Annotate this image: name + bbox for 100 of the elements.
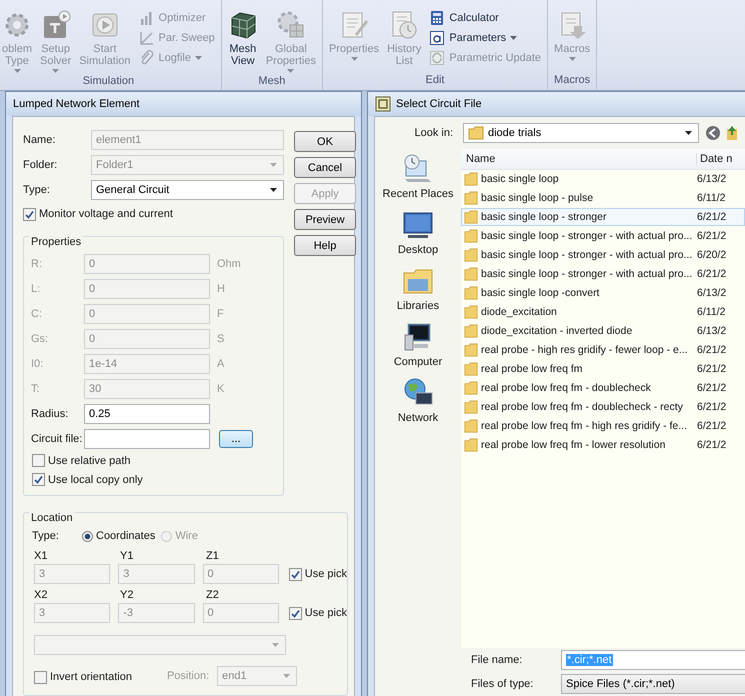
dropdown-field[interactable] <box>34 635 286 655</box>
field-label: Name: <box>23 134 56 146</box>
unit-label: F <box>217 308 224 320</box>
column-header[interactable]: Date n <box>697 153 732 165</box>
checkbox[interactable]: Use relative path <box>32 451 283 470</box>
file-row[interactable]: basic single loop -convert 6/13/2 <box>461 284 745 302</box>
file-date: 6/13/2 <box>696 173 726 185</box>
caret-icon <box>270 162 277 166</box>
coordinate-label: Z2 <box>206 589 220 601</box>
field-label: Gs: <box>30 332 50 344</box>
folder-icon <box>464 419 478 433</box>
field-label: Type: <box>32 530 60 542</box>
dialog-button[interactable]: Help <box>294 235 356 256</box>
file-row[interactable]: real probe - high res gridify - fewer loop - e... 6/21/2 <box>461 341 745 359</box>
group-label: Macros <box>553 73 592 88</box>
file-name: diode_excitation <box>481 306 557 318</box>
folder-icon <box>464 248 478 262</box>
place-link[interactable]: Recent Places <box>375 153 461 200</box>
checkbox[interactable]: Use pick <box>288 564 347 584</box>
file-name: basic single loop -convert <box>481 287 600 299</box>
checkbox[interactable]: Invert orientation <box>34 667 132 687</box>
file-row[interactable]: real probe low freq fm - doublecheck - recty 6/21/2 <box>461 398 745 416</box>
file-date: 6/21/2 <box>696 363 726 375</box>
coordinate-label: X2 <box>34 589 48 601</box>
folder-dropdown[interactable]: diode trials <box>463 123 699 143</box>
file-date: 6/11/2 <box>696 306 726 318</box>
field-label: I0: <box>30 358 44 370</box>
field-label: Position: <box>166 670 210 682</box>
folder-icon <box>464 343 478 357</box>
back-icon[interactable] <box>705 125 721 141</box>
file-date: 6/13/2 <box>696 325 726 337</box>
checkbox[interactable]: Use pick <box>288 603 347 623</box>
checkbox[interactable]: Use local copy only <box>32 470 283 489</box>
unit-label: K <box>217 382 224 394</box>
caret-icon <box>685 131 692 135</box>
file-row[interactable]: real probe low freq fm 6/21/2 <box>461 360 745 378</box>
dialog-button[interactable]: Preview <box>294 209 356 230</box>
dropdown-field[interactable]: Spice Files (*.cir;*.net) <box>561 674 745 694</box>
file-name: basic single loop - stronger - with actual pro... <box>481 230 692 242</box>
caret-icon <box>283 674 290 678</box>
ribbon-button[interactable]: Parameters <box>429 30 542 46</box>
place-icon <box>402 153 434 185</box>
file-row[interactable]: basic single loop - stronger - with actual pro... 6/21/2 <box>461 265 745 283</box>
place-link[interactable]: Desktop <box>375 209 461 256</box>
file-row[interactable]: basic single loop - pulse 6/11/2 <box>461 189 745 207</box>
ribbon-button[interactable]: Mesh View <box>226 10 260 73</box>
file-date: 6/21/2 <box>696 211 726 223</box>
file-row[interactable]: real probe low freq fm - doublecheck 6/21/2 <box>461 379 745 397</box>
coordinate-label: X1 <box>34 550 48 562</box>
checkbox-box[interactable] <box>288 568 302 580</box>
text-field[interactable] <box>84 428 210 448</box>
checkbox-box[interactable] <box>288 606 302 620</box>
folder-icon <box>464 286 478 300</box>
file-row[interactable]: basic single loop 6/13/2 <box>461 170 745 188</box>
coordinate-label: Y2 <box>120 589 134 601</box>
file-row[interactable]: diode_excitation 6/11/2 <box>461 303 745 321</box>
text-field[interactable]: 0.25 <box>84 404 210 424</box>
file-row[interactable]: real probe low freq fm - lower resolution 6/21/2 <box>461 436 745 454</box>
field-label: T: <box>30 382 41 394</box>
radio-button[interactable]: Coordinates <box>82 530 156 542</box>
file-row[interactable]: basic single loop - stronger 6/21/2 <box>461 208 745 226</box>
dialog-button[interactable]: OK <box>294 131 356 152</box>
calc-icon <box>429 10 446 26</box>
file-row[interactable]: diode_excitation - inverted diode 6/13/2 <box>461 322 745 340</box>
place-link[interactable]: Network <box>375 377 461 424</box>
place-link[interactable]: Libraries <box>375 265 461 312</box>
file-date: 6/11/2 <box>696 192 726 204</box>
folder-icon <box>464 267 478 281</box>
group-title: Properties <box>29 236 84 248</box>
app-icon <box>375 96 391 112</box>
folder-up-icon[interactable] <box>727 125 737 141</box>
sweep-icon <box>138 30 155 46</box>
file-date: 6/21/2 <box>696 439 726 451</box>
coordinate-label: Z1 <box>206 550 220 562</box>
column-header[interactable]: Name <box>461 153 697 165</box>
file-name: real probe low freq fm - doublecheck - recty <box>481 401 683 413</box>
checkbox-box[interactable] <box>32 473 45 486</box>
checkbox-box[interactable] <box>34 670 47 684</box>
place-link[interactable]: Computer <box>375 321 461 368</box>
browse-button[interactable]: ... <box>219 430 253 448</box>
dialog-button[interactable]: Cancel <box>294 157 356 178</box>
folder-icon <box>464 324 478 338</box>
unit-label: S <box>217 332 224 344</box>
caret-icon <box>272 643 279 647</box>
window-title: Lumped Network Element <box>13 98 140 110</box>
field-label: Type: <box>23 184 51 196</box>
file-row[interactable]: basic single loop - stronger - with actual pro... 6/20/2 <box>461 246 745 264</box>
field-label: File name: <box>471 654 524 666</box>
group-label: Mesh <box>257 74 286 89</box>
folder-icon <box>464 210 478 224</box>
ribbon-button[interactable]: Calculator <box>429 10 542 26</box>
dropdown-field[interactable]: General Circuit <box>91 180 284 200</box>
checkbox-box[interactable] <box>32 454 45 467</box>
checkbox-box[interactable] <box>23 208 36 220</box>
checkbox[interactable]: Monitor voltage and current <box>23 204 284 224</box>
file-row[interactable]: basic single loop - stronger - with actual pro... 6/21/2 <box>461 227 745 245</box>
file-name: real probe - high res gridify - fewer loop - e... <box>481 344 688 356</box>
file-date: 6/20/2 <box>696 249 726 261</box>
file-row[interactable]: real probe low freq fm - high res gridify - fe... 6/21/2 <box>461 417 745 435</box>
file-name: basic single loop - pulse <box>481 192 594 204</box>
